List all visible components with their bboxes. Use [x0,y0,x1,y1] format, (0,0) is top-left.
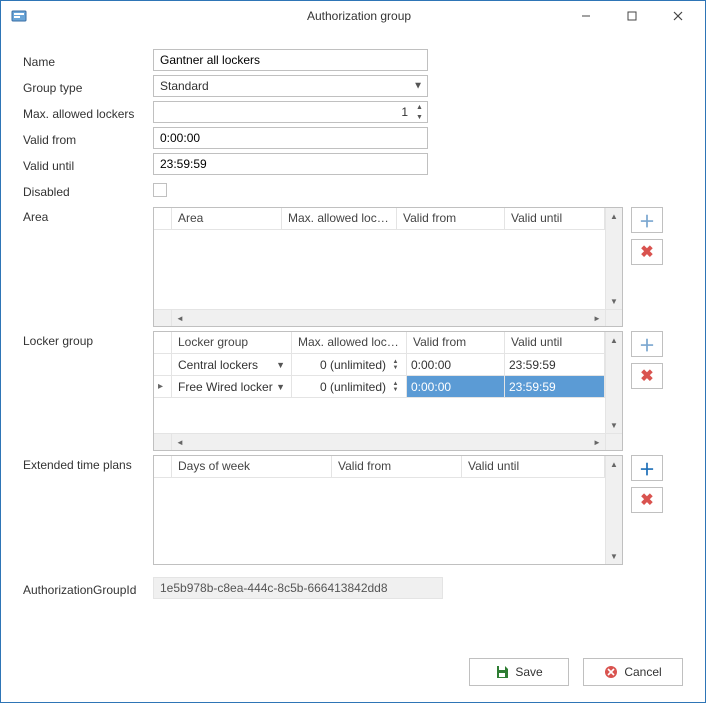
footer: Save Cancel [1,650,705,702]
chevron-down-icon: ▼ [276,382,285,392]
chevron-down-icon: ▼ [276,360,285,370]
lg-row-group-select[interactable]: Central lockers▼ [176,358,287,372]
area-grid-col-from[interactable]: Valid from [397,208,505,229]
save-button[interactable]: Save [469,658,569,686]
etp-delete-button[interactable]: ✖ [631,487,663,513]
area-grid-hscroll[interactable]: ◄► [172,310,605,326]
area-grid-body[interactable] [154,230,605,309]
max-lockers-stepper[interactable]: 1 ▲▼ [153,101,428,123]
group-type-value: Standard [160,79,209,93]
lg-row-group-select[interactable]: Free Wired locker▼ [176,380,287,394]
auth-id-label: AuthorizationGroupId [23,580,153,597]
cancel-button-label: Cancel [624,665,661,679]
lg-grid-vscroll[interactable]: ▲▼ [605,332,622,433]
save-icon [495,665,509,679]
group-type-label: Group type [23,78,153,95]
lg-grid-col-max[interactable]: Max. allowed lockers [292,332,407,353]
lg-grid-col-from[interactable]: Valid from [407,332,505,353]
stepper-up-icon[interactable]: ▲ [412,102,427,112]
etp-grid-row-header [154,456,172,477]
titlebar: Authorization group [1,1,705,31]
area-grid-vscroll[interactable]: ▲▼ [605,208,622,309]
name-input[interactable] [153,49,428,71]
etp-add-button[interactable]: ＋ [631,455,663,481]
window-root: Authorization group Name Group type Stan… [0,0,706,703]
etp-grid-vscroll[interactable]: ▲▼ [605,456,622,564]
scroll-left-icon[interactable]: ◄ [172,434,188,450]
locker-group-add-button[interactable]: ＋ [631,331,663,357]
lg-grid-hscroll[interactable]: ◄► [172,434,605,450]
lg-row-until[interactable]: 23:59:59 [505,376,605,397]
lg-grid-col-group[interactable]: Locker group [172,332,292,353]
lg-row-from[interactable]: 0:00:00 [407,376,505,397]
locker-group-label: Locker group [23,331,153,348]
lg-grid-row[interactable]: Central lockers▼ 0 (unlimited)▲▼ 0:00:00… [154,354,605,376]
save-button-label: Save [515,665,542,679]
lg-row-from[interactable]: 0:00:00 [407,354,505,375]
window-maximize-button[interactable] [609,2,655,30]
valid-from-input[interactable] [153,127,428,149]
lg-row-indicator [154,354,172,375]
scroll-up-icon[interactable]: ▲ [606,332,622,348]
app-icon [11,8,27,24]
lg-row-until[interactable]: 23:59:59 [505,354,605,375]
content-area: Name Group type Standard ▼ Max. allowed … [1,31,705,650]
etp-grid-col-days[interactable]: Days of week [172,456,332,477]
scroll-up-icon[interactable]: ▲ [606,456,622,472]
scroll-down-icon[interactable]: ▼ [606,293,622,309]
name-label: Name [23,52,153,69]
locker-group-delete-button[interactable]: ✖ [631,363,663,389]
etp-grid[interactable]: Days of week Valid from Valid until ▲▼ [153,455,623,565]
stepper-down-icon[interactable]: ▼ [412,112,427,122]
max-lockers-value: 1 [160,105,412,119]
area-add-button[interactable]: ＋ [631,207,663,233]
area-grid-col-max[interactable]: Max. allowed lockers [282,208,397,229]
area-delete-button[interactable]: ✖ [631,239,663,265]
valid-until-input[interactable] [153,153,428,175]
chevron-down-icon: ▼ [413,81,423,92]
area-grid-col-until[interactable]: Valid until [505,208,605,229]
lg-row-indicator: ▸ [154,376,172,397]
window-close-button[interactable] [655,2,701,30]
window-minimize-button[interactable] [563,2,609,30]
area-grid-col-area[interactable]: Area [172,208,282,229]
group-type-select[interactable]: Standard ▼ [153,75,428,97]
valid-from-label: Valid from [23,130,153,147]
cancel-icon [604,665,618,679]
etp-grid-col-from[interactable]: Valid from [332,456,462,477]
scroll-down-icon[interactable]: ▼ [606,548,622,564]
window-title: Authorization group [307,9,411,23]
scroll-right-icon[interactable]: ► [589,310,605,326]
etp-grid-col-until[interactable]: Valid until [462,456,605,477]
lg-grid-row-header [154,332,172,353]
etp-grid-body[interactable] [154,478,605,564]
lg-grid-col-until[interactable]: Valid until [505,332,605,353]
scroll-right-icon[interactable]: ► [589,434,605,450]
etp-label: Extended time plans [23,455,153,472]
disabled-label: Disabled [23,182,153,199]
scroll-up-icon[interactable]: ▲ [606,208,622,224]
scroll-left-icon[interactable]: ◄ [172,310,188,326]
locker-group-grid[interactable]: Locker group Max. allowed lockers Valid … [153,331,623,451]
lg-row-max-stepper[interactable]: 0 (unlimited)▲▼ [296,358,402,372]
lg-grid-row[interactable]: ▸ Free Wired locker▼ 0 (unlimited)▲▼ 0:0… [154,376,605,398]
cancel-button[interactable]: Cancel [583,658,683,686]
auth-id-value: 1e5b978b-c8ea-444c-8c5b-666413842dd8 [153,577,443,599]
area-label: Area [23,207,153,224]
area-grid-row-header [154,208,172,229]
max-lockers-label: Max. allowed lockers [23,104,153,121]
valid-until-label: Valid until [23,156,153,173]
scroll-down-icon[interactable]: ▼ [606,417,622,433]
lg-grid-body[interactable]: Central lockers▼ 0 (unlimited)▲▼ 0:00:00… [154,354,605,433]
area-grid[interactable]: Area Max. allowed lockers Valid from Val… [153,207,623,327]
disabled-checkbox[interactable] [153,183,167,197]
lg-row-max-stepper[interactable]: 0 (unlimited)▲▼ [296,380,402,394]
